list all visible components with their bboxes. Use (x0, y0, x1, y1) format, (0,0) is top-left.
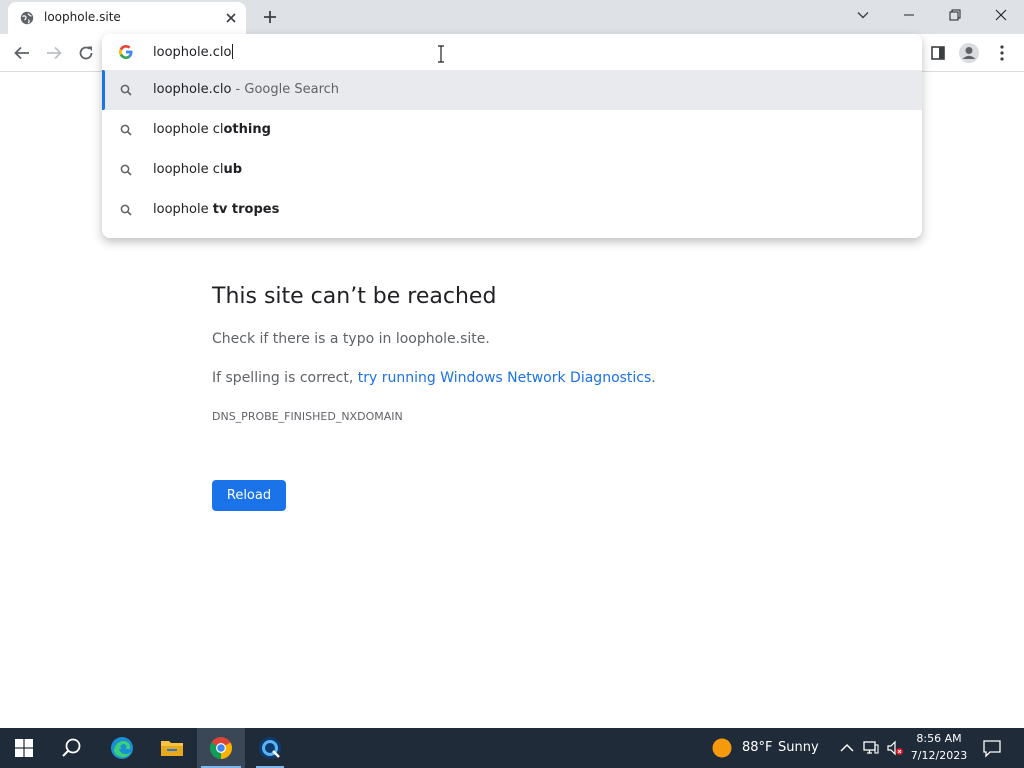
sun-icon (712, 738, 732, 758)
suggestion-text: loophole (153, 202, 213, 217)
menu-button[interactable] (990, 41, 1014, 65)
tab-title: loophole.site (44, 10, 121, 24)
text-cursor-icon (438, 45, 444, 63)
app-taskbar-button[interactable] (246, 728, 294, 768)
search-icon (120, 84, 132, 96)
reload-page-button[interactable]: Reload (212, 480, 286, 511)
weather-temperature[interactable]: 88°F (742, 740, 773, 755)
back-button[interactable] (10, 41, 34, 65)
search-button[interactable] (48, 728, 96, 768)
suggestion-text: loophole.clo (153, 82, 232, 97)
close-icon (995, 9, 1007, 21)
window-close-button[interactable] (978, 0, 1024, 30)
screen: loophole.site loophole.clo loophole.clo … (0, 0, 1024, 768)
windows-start-icon (15, 739, 33, 757)
globe-icon (20, 11, 34, 25)
notification-icon[interactable] (982, 738, 1002, 758)
browser-tab[interactable]: loophole.site (8, 2, 246, 34)
diagnostics-prefix: If spelling is correct, (212, 370, 358, 386)
reload-button[interactable] (74, 41, 98, 65)
side-panel-icon (931, 46, 945, 60)
suggestion-item[interactable]: loophole club (102, 150, 922, 190)
taskbar: 88°F Sunny 8:56 AM 7/12/2023 (0, 728, 1024, 768)
error-title: This site can’t be reached (212, 284, 497, 309)
minimize-icon (904, 14, 914, 16)
profile-button[interactable] (957, 41, 981, 65)
google-icon (119, 45, 133, 59)
menu-icon (1000, 45, 1004, 61)
diagnostics-suffix: . (651, 370, 656, 386)
weather-condition[interactable]: Sunny (778, 740, 819, 755)
restore-button[interactable] (932, 0, 978, 30)
error-diagnostics-hint: If spelling is correct, try running Wind… (212, 370, 656, 386)
search-icon (120, 124, 132, 136)
chevron-up-icon[interactable] (838, 739, 856, 757)
file-explorer-taskbar-button[interactable] (148, 728, 196, 768)
suggestion-text: loophole cl (153, 122, 224, 137)
error-code: DNS_PROBE_FINISHED_NXDOMAIN (212, 410, 403, 423)
tab-strip: loophole.site (0, 0, 1024, 34)
error-typo-hint: Check if there is a typo in loophole.sit… (212, 331, 490, 347)
start-button[interactable] (0, 728, 48, 768)
close-icon[interactable] (224, 11, 238, 25)
app-icon (259, 737, 281, 759)
omnibox-dropdown: loophole.clo loophole.clo - Google Searc… (102, 34, 922, 238)
tab-search-icon (857, 12, 869, 19)
omnibox-input[interactable]: loophole.clo (102, 34, 922, 70)
edge-taskbar-button[interactable] (98, 728, 146, 768)
profile-icon (959, 43, 979, 63)
search-icon (120, 204, 132, 216)
network-diagnostics-link[interactable]: try running Windows Network Diagnostics (358, 370, 652, 386)
back-icon (14, 46, 29, 60)
reload-icon (79, 46, 93, 60)
edge-icon (111, 737, 133, 759)
suggestion-item[interactable]: loophole tv tropes (102, 190, 922, 230)
volume-muted-icon[interactable] (886, 739, 904, 757)
forward-icon (47, 46, 62, 60)
suggestion-completion: ub (223, 162, 243, 177)
forward-button[interactable] (42, 41, 66, 65)
chrome-icon (210, 737, 232, 759)
omnibox-text: loophole.clo (153, 45, 232, 60)
clock-time[interactable]: 8:56 AM (912, 732, 966, 745)
tab-search-button[interactable] (840, 0, 886, 30)
suggestion-completion: othing (223, 122, 271, 137)
search-icon (62, 738, 81, 757)
suggestion-text: loophole cl (153, 162, 224, 177)
minimize-button[interactable] (886, 0, 932, 30)
suggestion-completion: tv tropes (212, 202, 280, 217)
suggestion-item[interactable]: loophole clothing (102, 110, 922, 150)
file-explorer-icon (161, 741, 183, 756)
restore-icon (949, 9, 961, 21)
network-icon[interactable] (862, 739, 880, 757)
plus-icon[interactable] (260, 7, 280, 27)
chrome-taskbar-button[interactable] (197, 728, 245, 768)
suggestion-item[interactable]: loophole.clo - Google Search (102, 70, 922, 110)
search-icon (120, 164, 132, 176)
text-caret (232, 44, 234, 59)
suggestion-source: - Google Search (231, 82, 340, 97)
side-panel-button[interactable] (926, 41, 950, 65)
clock-date[interactable]: 7/12/2023 (908, 749, 970, 762)
